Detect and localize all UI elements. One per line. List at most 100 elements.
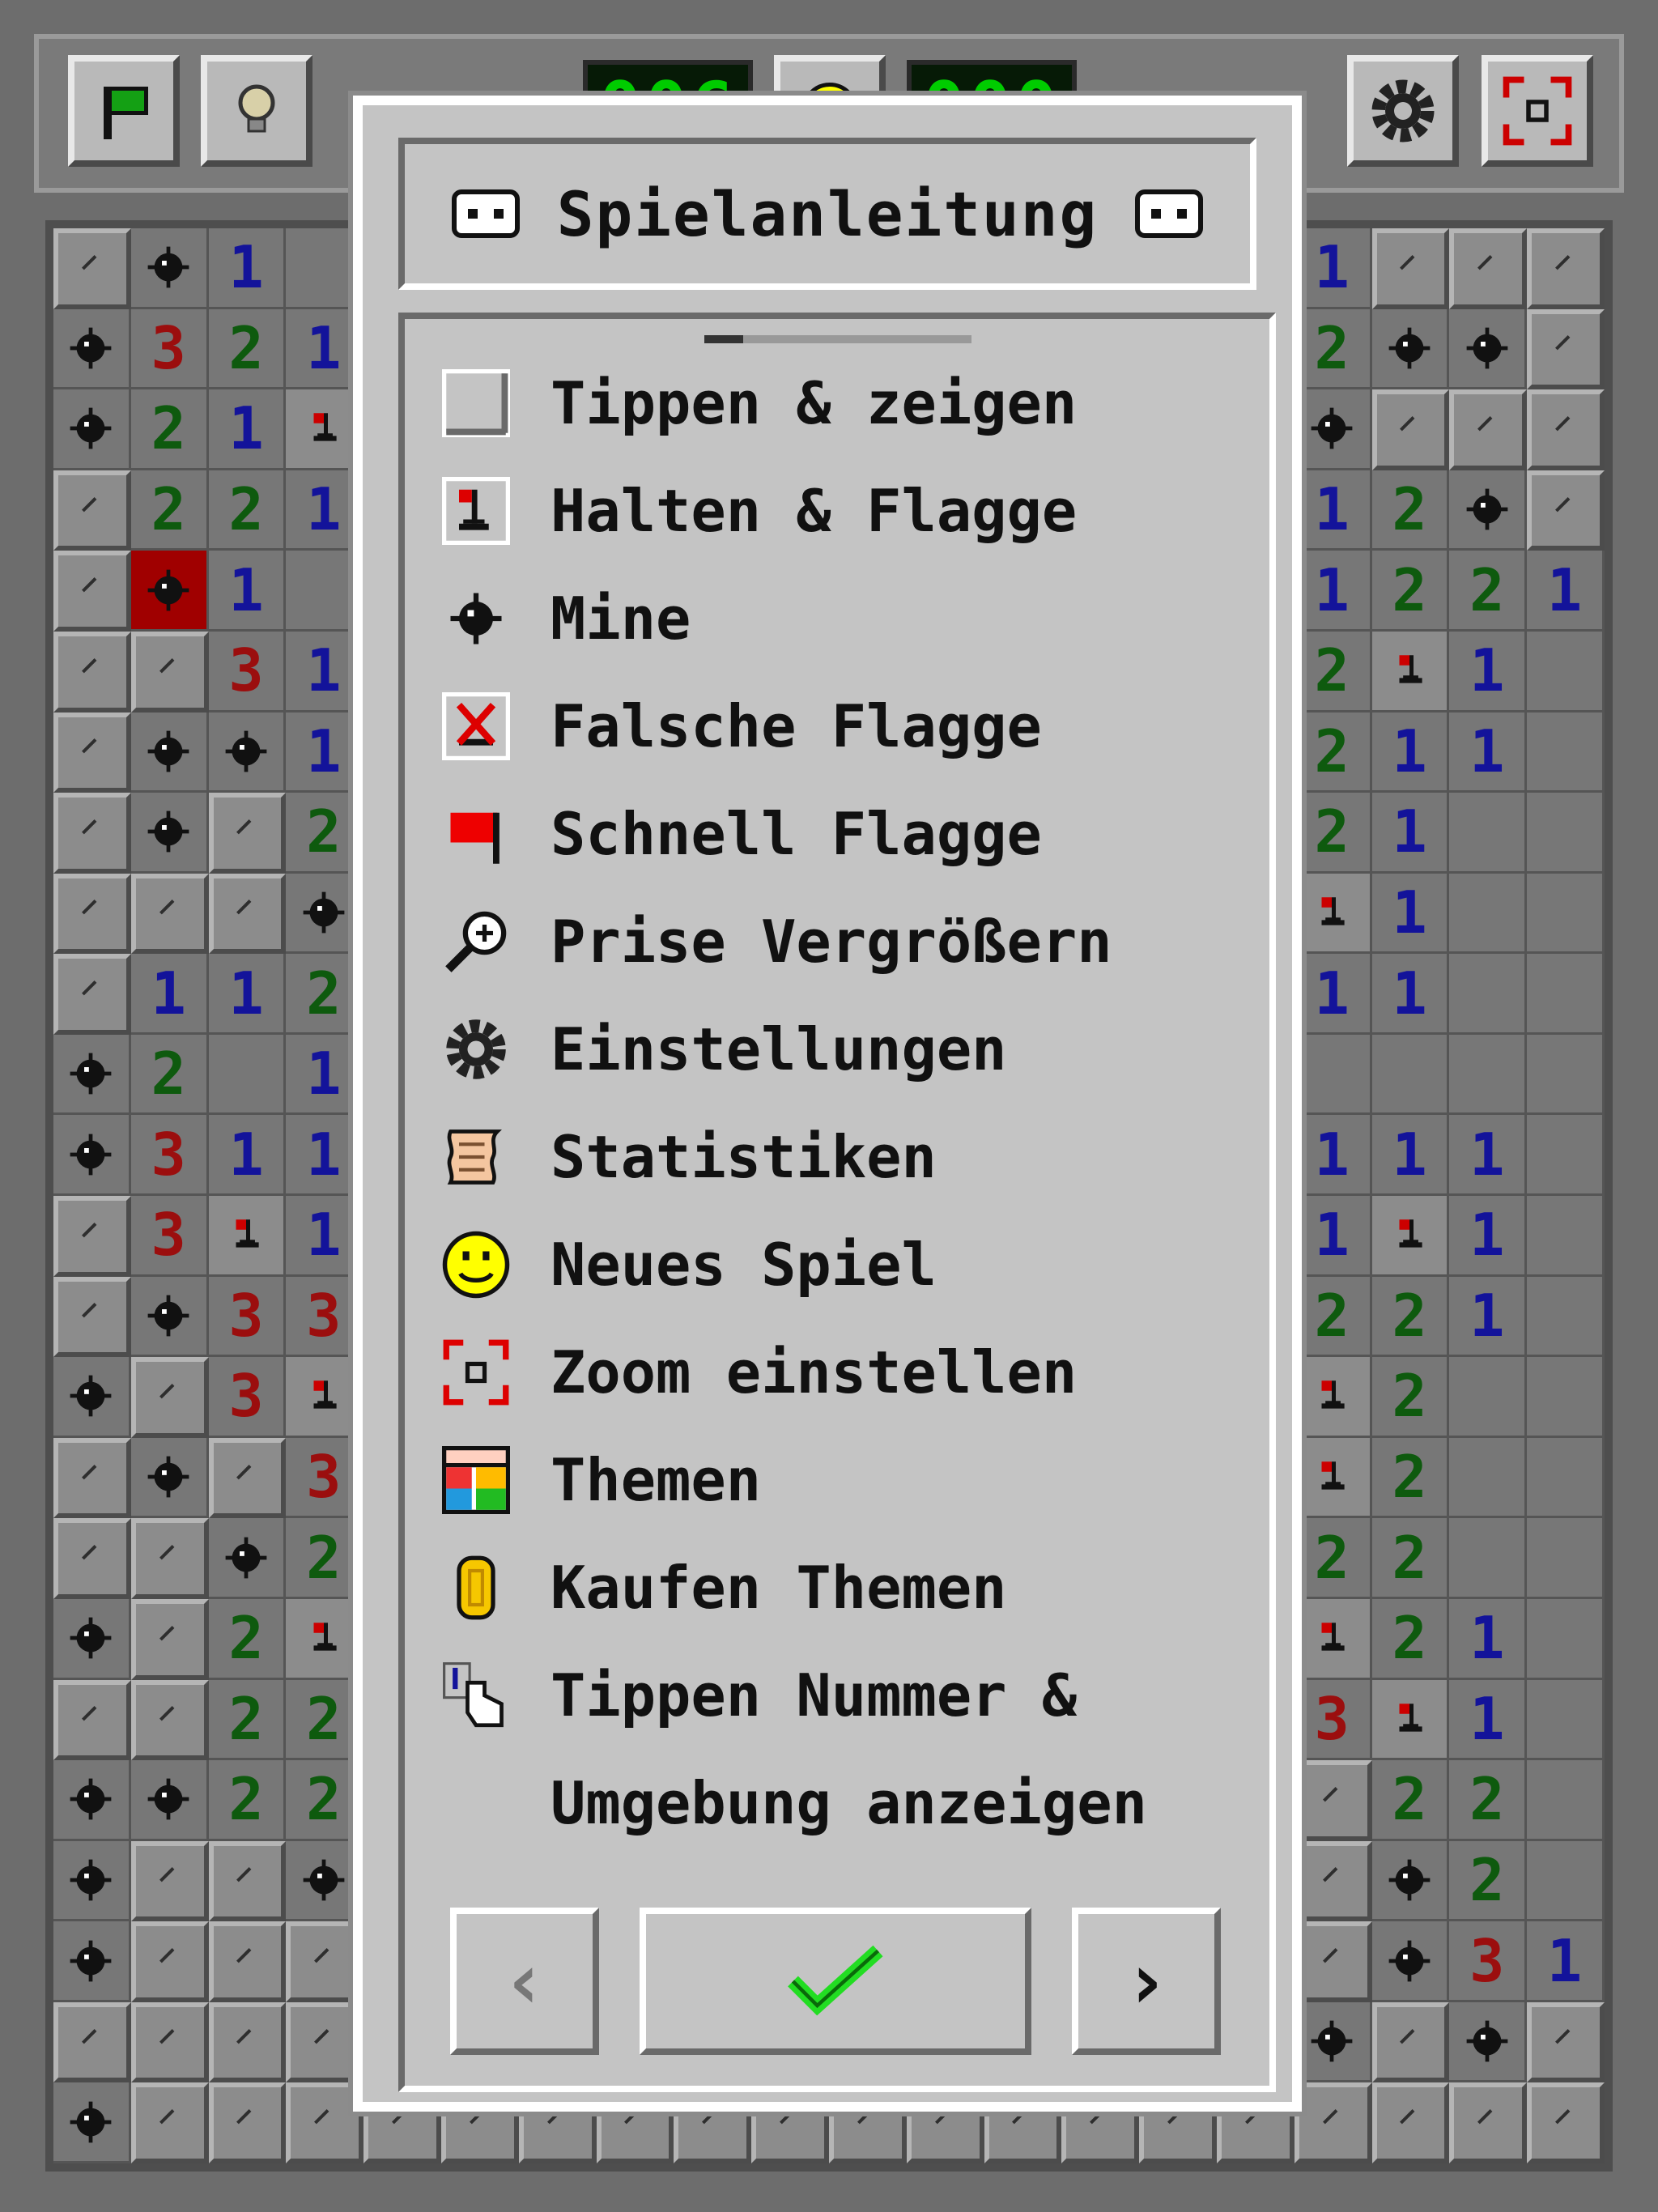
previous-button[interactable]: ‹ (450, 1908, 599, 2055)
board-cell[interactable] (53, 228, 131, 309)
board-cell[interactable]: 2 (1371, 1437, 1450, 1519)
board-cell[interactable]: 1 (208, 389, 287, 470)
board-cell[interactable] (53, 712, 131, 793)
board-cell[interactable] (130, 1840, 209, 1922)
board-cell[interactable] (286, 1598, 364, 1680)
board-cell[interactable]: 3 (286, 1437, 364, 1519)
board-cell[interactable] (1449, 470, 1528, 551)
board-cell[interactable]: 3 (1449, 1921, 1528, 2002)
board-cell[interactable] (1371, 228, 1450, 309)
board-cell[interactable]: 1 (1294, 551, 1372, 632)
board-cell[interactable] (286, 1921, 364, 2002)
board-cell[interactable] (1371, 1034, 1450, 1116)
board-cell[interactable] (53, 1679, 131, 1761)
board-cell[interactable] (1527, 2001, 1605, 2083)
board-cell[interactable] (1449, 228, 1528, 309)
board-cell[interactable] (1371, 1921, 1450, 2002)
board-cell[interactable]: 1 (286, 1034, 364, 1116)
hint-button[interactable] (201, 55, 312, 167)
board-cell[interactable] (1527, 2082, 1605, 2163)
board-cell[interactable]: 2 (1371, 1357, 1450, 1438)
board-cell[interactable] (1449, 2082, 1528, 2163)
board-cell[interactable] (1449, 873, 1528, 955)
board-cell[interactable] (1527, 1034, 1605, 1116)
board-cell[interactable]: 1 (1371, 793, 1450, 874)
board-cell[interactable] (286, 2001, 364, 2083)
board-cell[interactable] (130, 712, 209, 793)
board-cell[interactable] (53, 470, 131, 551)
board-cell[interactable]: 1 (1371, 712, 1450, 793)
board-cell[interactable] (1371, 2082, 1450, 2163)
board-cell[interactable] (130, 1760, 209, 1841)
board-cell[interactable]: 1 (1371, 873, 1450, 955)
board-cell[interactable]: 1 (286, 631, 364, 713)
board-cell[interactable]: 2 (1371, 1760, 1450, 1841)
board-cell[interactable] (208, 1921, 287, 2002)
board-cell[interactable] (130, 2082, 209, 2163)
board-cell[interactable] (1527, 631, 1605, 713)
board-cell[interactable] (130, 1276, 209, 1358)
board-cell[interactable]: 2 (1371, 1598, 1450, 1680)
board-cell[interactable] (1527, 1115, 1605, 1196)
board-cell[interactable] (1371, 1840, 1450, 1922)
board-cell[interactable]: 2 (286, 954, 364, 1035)
board-cell[interactable] (53, 954, 131, 1035)
board-cell[interactable] (208, 2082, 287, 2163)
flag-mode-button[interactable] (68, 55, 180, 167)
board-cell[interactable]: 1 (1449, 1115, 1528, 1196)
board-cell[interactable] (53, 1276, 131, 1358)
board-cell[interactable]: 3 (130, 1196, 209, 1277)
board-cell[interactable] (1449, 1357, 1528, 1438)
board-cell[interactable]: 2 (1449, 551, 1528, 632)
board-cell[interactable] (1294, 1598, 1372, 1680)
board-cell[interactable] (130, 1679, 209, 1761)
board-cell[interactable]: 1 (1294, 1115, 1372, 1196)
board-cell[interactable] (1527, 793, 1605, 874)
board-cell[interactable]: 3 (130, 1115, 209, 1196)
board-cell[interactable] (1527, 1437, 1605, 1519)
board-cell[interactable] (208, 2001, 287, 2083)
board-cell[interactable] (1527, 1760, 1605, 1841)
board-cell[interactable] (1449, 793, 1528, 874)
board-cell[interactable] (286, 2082, 364, 2163)
board-cell[interactable] (286, 1840, 364, 1922)
board-cell[interactable]: 1 (208, 954, 287, 1035)
board-cell[interactable] (286, 1357, 364, 1438)
board-cell[interactable] (1294, 1921, 1372, 2002)
board-cell[interactable] (1294, 1840, 1372, 1922)
board-cell[interactable]: 2 (1294, 712, 1372, 793)
board-cell[interactable] (53, 873, 131, 955)
board-cell[interactable]: 2 (1294, 631, 1372, 713)
board-cell[interactable] (1527, 1598, 1605, 1680)
board-cell[interactable]: 1 (1449, 712, 1528, 793)
board-cell[interactable] (1371, 1196, 1450, 1277)
board-cell[interactable]: 3 (208, 1276, 287, 1358)
board-cell[interactable]: 1 (208, 228, 287, 309)
board-cell[interactable] (1527, 954, 1605, 1035)
board-cell[interactable] (53, 2082, 131, 2163)
board-cell[interactable] (1449, 2001, 1528, 2083)
board-cell[interactable] (1527, 712, 1605, 793)
board-cell[interactable]: 1 (1449, 1598, 1528, 1680)
board-cell[interactable] (1371, 1679, 1450, 1761)
board-cell[interactable]: 2 (1294, 1518, 1372, 1599)
board-cell[interactable]: 1 (1371, 954, 1450, 1035)
board-cell[interactable] (1527, 1196, 1605, 1277)
board-cell[interactable] (53, 631, 131, 713)
board-cell[interactable]: 1 (1449, 1679, 1528, 1761)
board-cell[interactable]: 1 (286, 470, 364, 551)
board-cell[interactable] (1449, 954, 1528, 1035)
board-cell[interactable] (1294, 2082, 1372, 2163)
board-cell[interactable]: 3 (1294, 1679, 1372, 1761)
board-cell[interactable]: 1 (1371, 1115, 1450, 1196)
board-cell[interactable] (53, 1760, 131, 1841)
board-cell[interactable] (208, 1437, 287, 1519)
board-cell[interactable] (1527, 1679, 1605, 1761)
board-cell[interactable] (53, 1196, 131, 1277)
board-cell[interactable] (53, 1034, 131, 1116)
board-cell[interactable] (208, 1840, 287, 1922)
board-cell[interactable]: 1 (1527, 551, 1605, 632)
board-cell[interactable]: 2 (286, 1760, 364, 1841)
board-cell[interactable] (1527, 470, 1605, 551)
board-cell[interactable] (130, 2001, 209, 2083)
